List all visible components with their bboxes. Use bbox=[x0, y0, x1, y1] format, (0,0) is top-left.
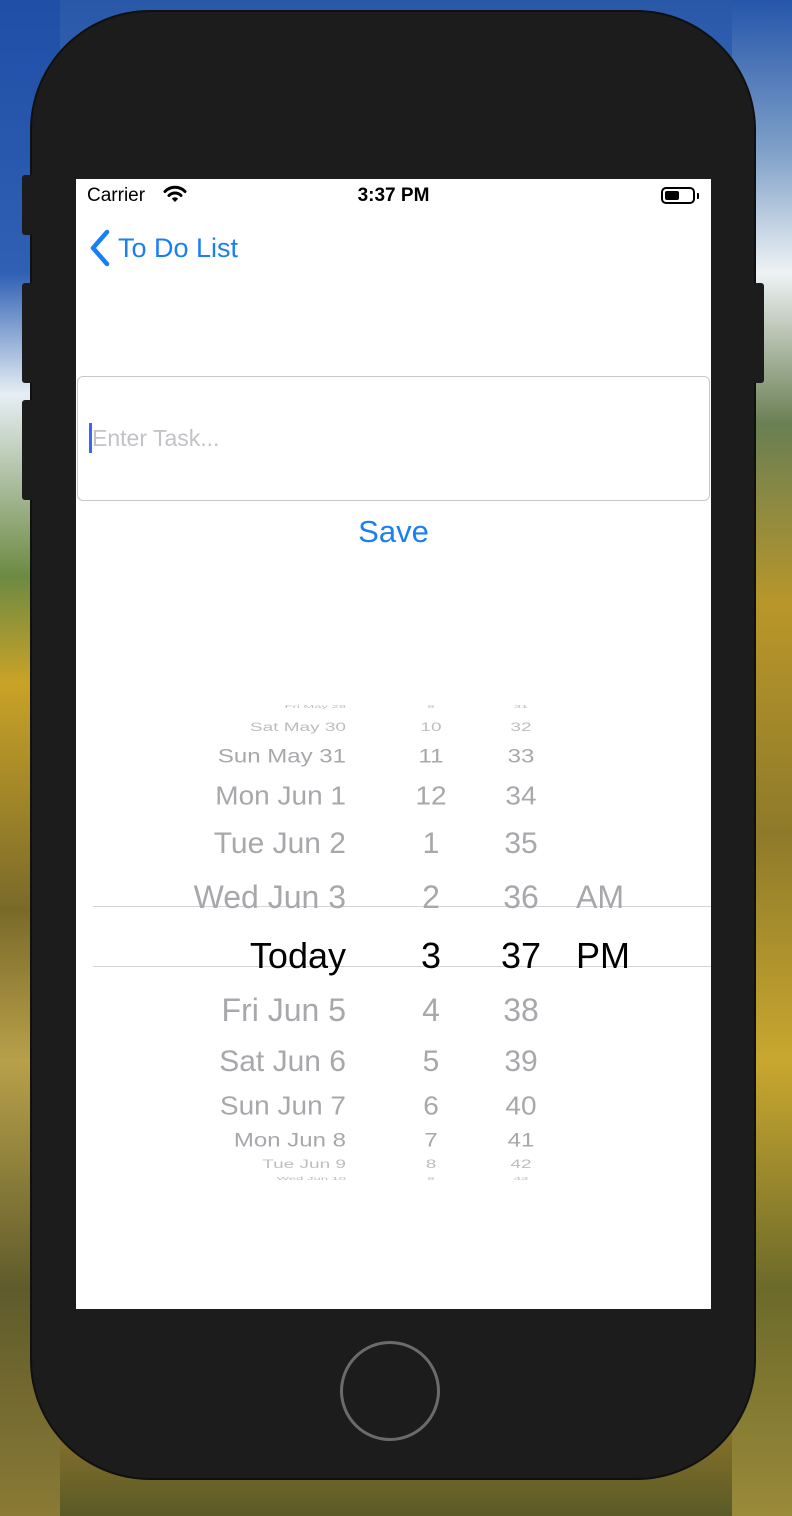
picker-minute-selected[interactable]: 37 bbox=[481, 938, 561, 974]
volume-down-button bbox=[22, 400, 34, 500]
volume-up-button bbox=[22, 283, 34, 383]
picker-minute-option[interactable]: 41 bbox=[481, 1131, 561, 1151]
picker-period-option[interactable]: AM bbox=[576, 881, 624, 913]
picker-date-option[interactable]: Fri May 29 bbox=[285, 704, 346, 709]
picker-date-selected[interactable]: Today bbox=[250, 938, 346, 974]
picker-hour-option[interactable]: 2 bbox=[391, 881, 471, 913]
task-input-placeholder: Enter Task... bbox=[92, 425, 220, 451]
picker-date-option[interactable]: Sat Jun 6 bbox=[219, 1047, 346, 1076]
picker-hour-option[interactable]: 11 bbox=[391, 747, 471, 767]
picker-hour-option[interactable]: 10 bbox=[391, 722, 471, 734]
picker-hour-option[interactable]: 9 bbox=[391, 704, 471, 709]
picker-hour-option[interactable]: 6 bbox=[391, 1093, 471, 1119]
home-button[interactable] bbox=[340, 1341, 440, 1441]
save-button[interactable]: Save bbox=[76, 514, 711, 550]
mute-switch bbox=[22, 175, 34, 235]
picker-minute-option[interactable]: 32 bbox=[481, 722, 561, 734]
status-bar: Carrier 3:37 PM bbox=[76, 179, 711, 215]
picker-minute-option[interactable]: 33 bbox=[481, 747, 561, 767]
picker-date-option[interactable]: Mon Jun 8 bbox=[234, 1131, 346, 1151]
picker-period-selected[interactable]: PM bbox=[576, 938, 630, 974]
picker-hour-option[interactable]: 12 bbox=[391, 783, 471, 809]
picker-date-option[interactable]: Mon Jun 1 bbox=[215, 783, 346, 809]
date-time-picker[interactable]: Fri May 29 Sat May 30 Sun May 31 Mon Jun 1 T… bbox=[76, 689, 711, 1181]
picker-hour-option[interactable]: 5 bbox=[391, 1047, 471, 1076]
back-button-label: To Do List bbox=[118, 233, 239, 263]
back-button[interactable]: To Do List bbox=[88, 229, 238, 267]
screen: Carrier 3:37 PM To Do List Enter Task...… bbox=[76, 179, 711, 1309]
picker-hour-option[interactable]: 1 bbox=[391, 829, 471, 858]
picker-date-option[interactable]: Sun Jun 7 bbox=[220, 1093, 346, 1119]
picker-hour-selected[interactable]: 3 bbox=[391, 938, 471, 974]
picker-date-option[interactable]: Tue Jun 2 bbox=[214, 829, 346, 858]
picker-minute-option[interactable]: 35 bbox=[481, 829, 561, 858]
picker-minute-option[interactable]: 34 bbox=[481, 783, 561, 809]
picker-date-option[interactable]: Fri Jun 5 bbox=[222, 994, 346, 1026]
picker-date-option[interactable]: Sun May 31 bbox=[218, 747, 346, 767]
picker-date-option[interactable]: Wed Jun 10 bbox=[277, 1176, 346, 1181]
picker-minute-option[interactable]: 43 bbox=[481, 1176, 561, 1181]
power-button bbox=[752, 283, 764, 383]
task-input[interactable]: Enter Task... bbox=[77, 376, 710, 501]
picker-minute-option[interactable]: 42 bbox=[481, 1159, 561, 1171]
picker-minute-option[interactable]: 38 bbox=[481, 994, 561, 1026]
picker-minute-option[interactable]: 39 bbox=[481, 1047, 561, 1076]
picker-hour-option[interactable]: 7 bbox=[391, 1131, 471, 1151]
picker-date-option[interactable]: Tue Jun 9 bbox=[262, 1159, 346, 1171]
picker-date-option[interactable]: Sat May 30 bbox=[250, 722, 346, 734]
picker-date-option[interactable]: Wed Jun 3 bbox=[194, 881, 346, 913]
picker-hour-option[interactable]: 9 bbox=[391, 1176, 471, 1181]
picker-hour-option[interactable]: 8 bbox=[391, 1159, 471, 1171]
picker-minute-option[interactable]: 36 bbox=[481, 881, 561, 913]
picker-minute-option[interactable]: 40 bbox=[481, 1093, 561, 1119]
battery-icon bbox=[661, 187, 695, 204]
battery-terminal bbox=[697, 193, 699, 199]
picker-minute-option[interactable]: 31 bbox=[481, 704, 561, 709]
picker-hour-option[interactable]: 4 bbox=[391, 994, 471, 1026]
status-time: 3:37 PM bbox=[357, 185, 430, 206]
chevron-left-icon bbox=[90, 229, 110, 267]
